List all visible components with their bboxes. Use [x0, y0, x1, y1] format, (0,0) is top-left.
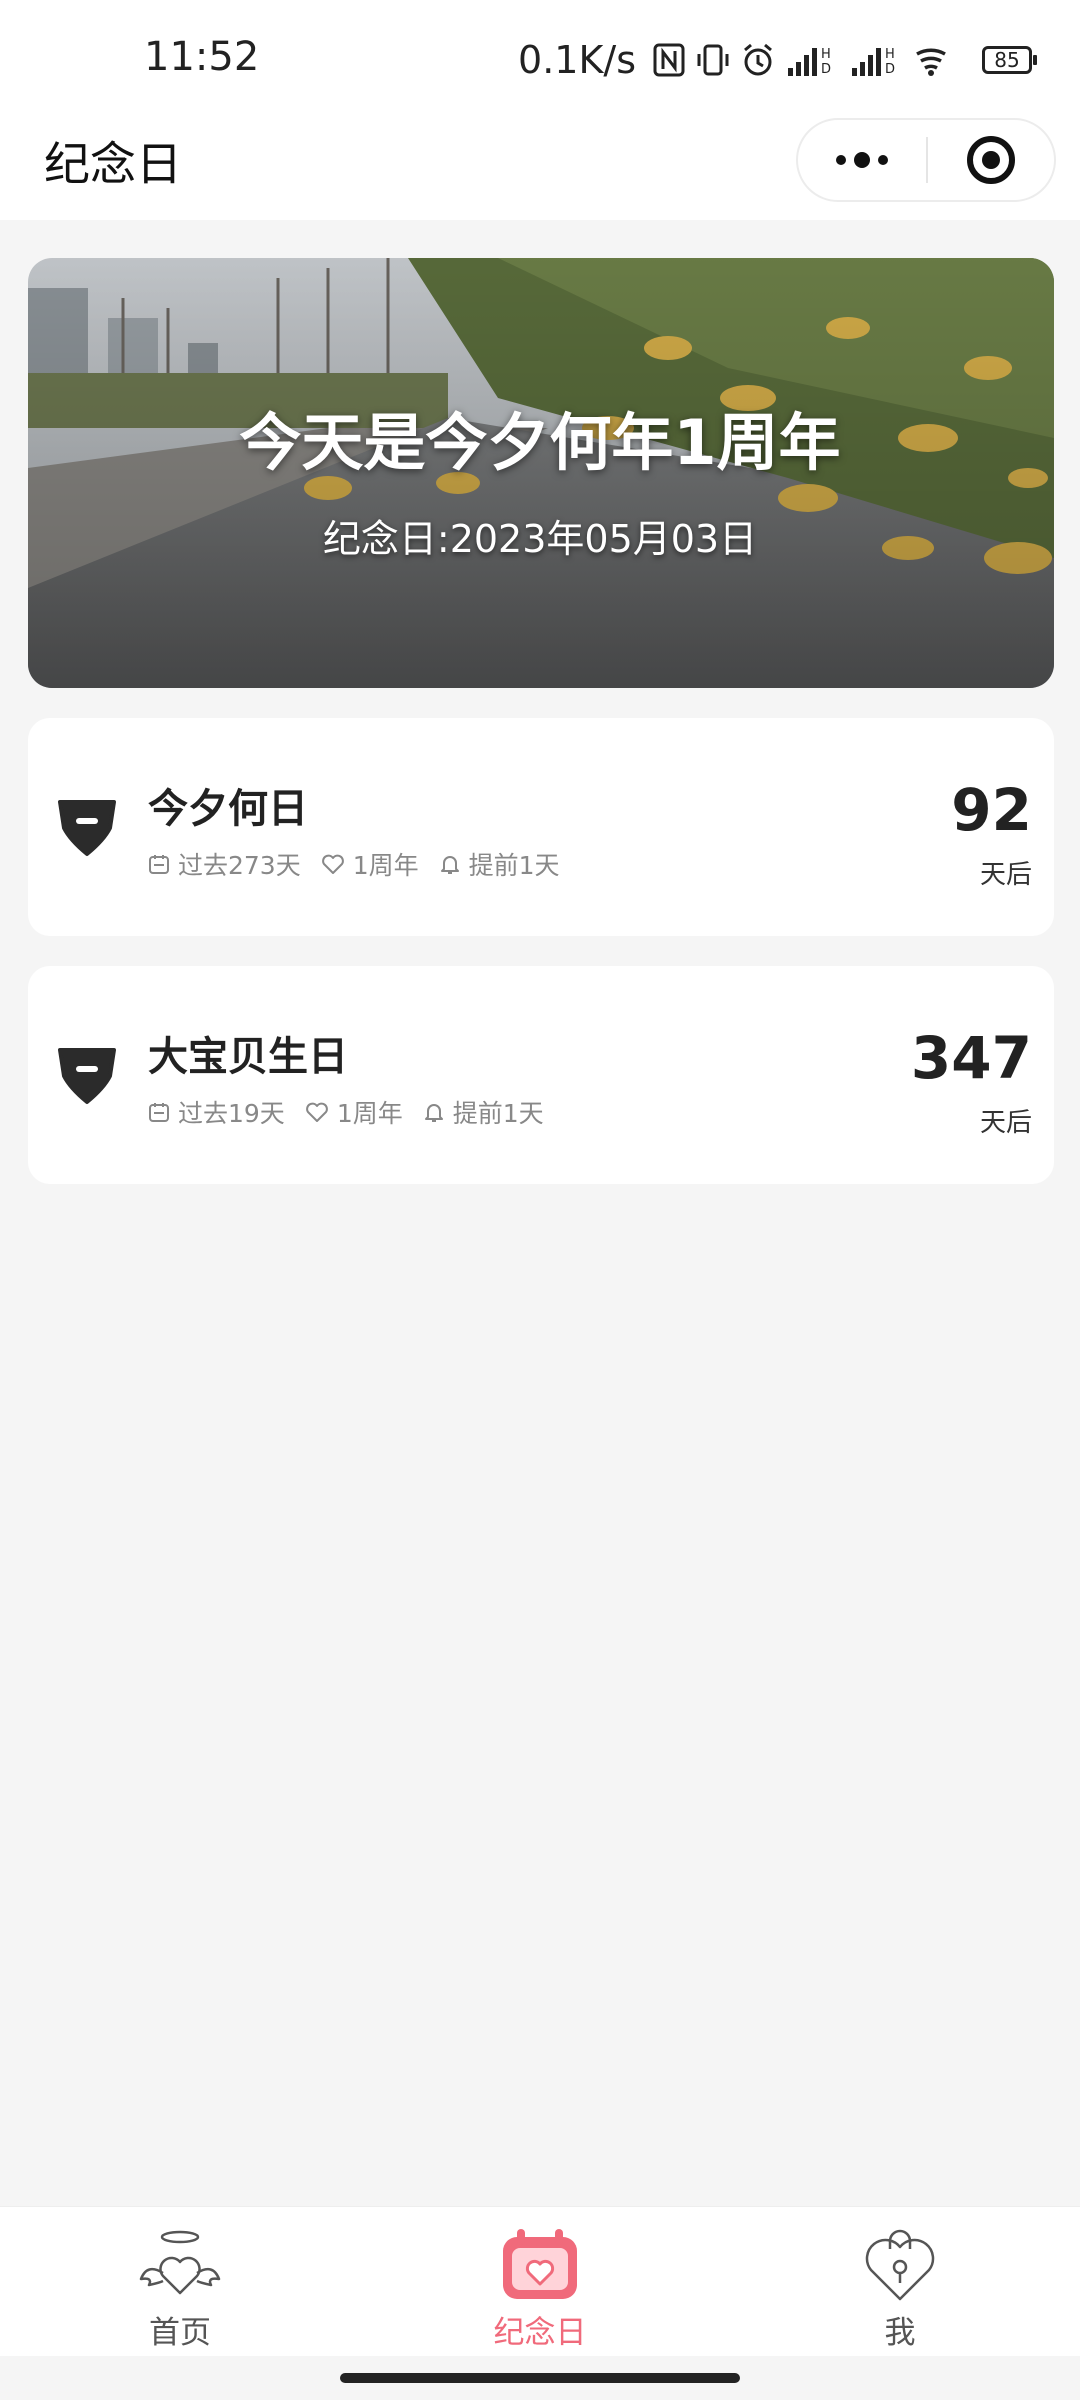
calendar-icon: [149, 855, 169, 874]
svg-text:D: D: [885, 62, 895, 77]
more-button[interactable]: [798, 120, 926, 200]
tab-home[interactable]: 首页: [0, 2207, 360, 2356]
tab-label: 我: [884, 2315, 916, 2351]
remind-label: 提前1天: [452, 1099, 544, 1128]
tab-me[interactable]: 我: [720, 2207, 1080, 2356]
days-count: 347: [910, 1024, 1032, 1092]
status-bar: 11:52 0.1K/s HD HD 85: [0, 0, 1080, 118]
meta-past: 过去273天: [148, 846, 301, 882]
cycle-label: 1周年: [336, 1099, 403, 1128]
capsule-menu: [796, 118, 1056, 202]
close-button[interactable]: [928, 120, 1054, 200]
days-unit: 天后: [979, 1108, 1032, 1138]
gem-icon: [58, 800, 116, 856]
meta-remind: 提前1天: [423, 1094, 544, 1130]
meta-cycle: 1周年: [321, 846, 419, 882]
banner-title: 今天是今夕何年1周年: [239, 406, 841, 479]
meta-past: 过去19天: [148, 1094, 285, 1130]
banner-subtitle: 纪念日:2023年05月03日: [322, 517, 758, 561]
battery-icon: 85: [982, 46, 1037, 74]
anniversary-title: 大宝贝生日: [148, 1034, 348, 1080]
heart-outline-icon: [321, 854, 344, 874]
svg-text:H: H: [821, 47, 831, 62]
target-close-icon: [966, 136, 1015, 184]
cycle-label: 1周年: [352, 851, 419, 880]
signal-icon: HD: [850, 42, 904, 78]
svg-text:H: H: [885, 47, 895, 62]
anniversary-meta: 过去273天 1周年 提前1天: [148, 846, 580, 882]
tab-bar: 首页 纪念日 我: [0, 2206, 1080, 2356]
days-unit: 天后: [979, 860, 1032, 890]
anniversary-card[interactable]: 今夕何日 过去273天 1周年 提前1天 92 天后: [28, 718, 1054, 936]
home-indicator[interactable]: [340, 2373, 740, 2383]
bell-icon: [440, 856, 459, 874]
anniversary-meta: 过去19天 1周年 提前1天: [148, 1094, 564, 1130]
calendar-heart-icon: [497, 2227, 583, 2303]
heart-outline-icon: [305, 1102, 328, 1122]
page-title: 纪念日: [44, 137, 182, 191]
wifi-icon: [914, 42, 948, 78]
past-days: 过去19天: [178, 1099, 285, 1128]
tab-label: 纪念日: [493, 2315, 587, 2351]
svg-text:D: D: [821, 62, 831, 77]
nav-bar: 纪念日: [0, 118, 1080, 220]
angel-heart-icon: [137, 2227, 223, 2303]
network-speed: 0.1K/s: [518, 38, 636, 82]
tab-anniversary[interactable]: 纪念日: [360, 2207, 720, 2356]
meta-remind: 提前1天: [439, 846, 560, 882]
vibrate-icon: [696, 42, 730, 78]
heart-lock-icon: [857, 2227, 943, 2303]
bell-icon: [424, 1104, 443, 1122]
battery-level: 85: [994, 48, 1020, 72]
tab-label: 首页: [149, 2315, 211, 2351]
signal-icon: HD: [786, 42, 840, 78]
alarm-icon: [740, 42, 776, 78]
nfc-icon: [652, 42, 686, 78]
past-days: 过去273天: [178, 851, 301, 880]
anniversary-title: 今夕何日: [148, 786, 308, 832]
calendar-icon: [149, 1103, 169, 1122]
days-count: 92: [951, 776, 1032, 844]
meta-cycle: 1周年: [305, 1094, 403, 1130]
status-icons: 0.1K/s HD HD 85: [518, 32, 1037, 88]
more-dots-icon: [836, 152, 888, 168]
gem-icon: [58, 1048, 116, 1104]
anniversary-card[interactable]: 大宝贝生日 过去19天 1周年 提前1天 347 天后: [28, 966, 1054, 1184]
status-time: 11:52: [144, 34, 260, 80]
remind-label: 提前1天: [468, 851, 560, 880]
